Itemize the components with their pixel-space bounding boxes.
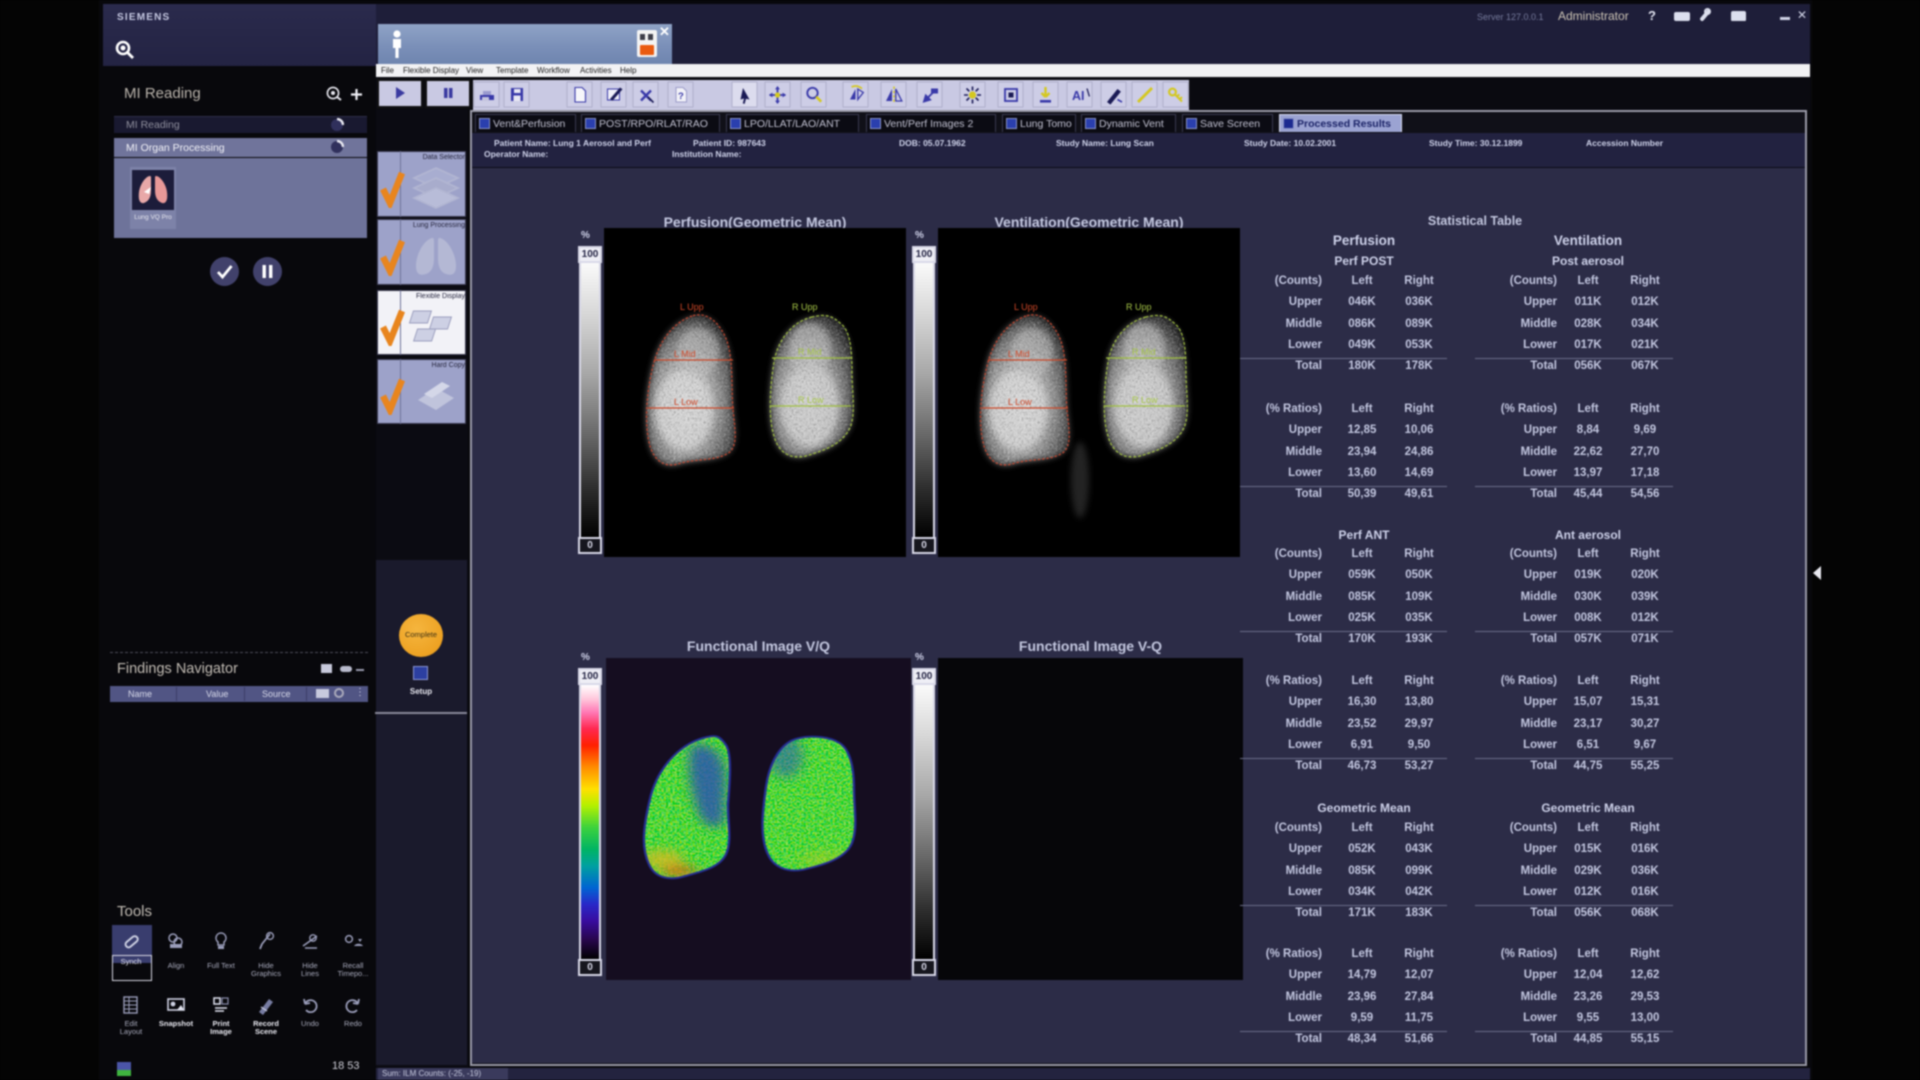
svg-text:R Mid: R Mid	[798, 347, 822, 357]
svg-text:?: ?	[678, 91, 684, 102]
svg-text:L Mid: L Mid	[674, 349, 696, 359]
svg-text:L Low: L Low	[1008, 397, 1032, 407]
svg-text:L Low: L Low	[674, 397, 698, 407]
svg-text:AI: AI	[1072, 89, 1085, 103]
svg-text:L Mid: L Mid	[1008, 349, 1030, 359]
svg-text:L Upp: L Upp	[680, 302, 704, 312]
svg-text:R Mid: R Mid	[1132, 347, 1156, 357]
svg-text:L Upp: L Upp	[1014, 302, 1038, 312]
svg-text:R Upp: R Upp	[1126, 302, 1152, 312]
svg-text:R Upp: R Upp	[792, 302, 818, 312]
svg-text:R Low: R Low	[1132, 395, 1158, 405]
svg-text:R Low: R Low	[798, 395, 824, 405]
